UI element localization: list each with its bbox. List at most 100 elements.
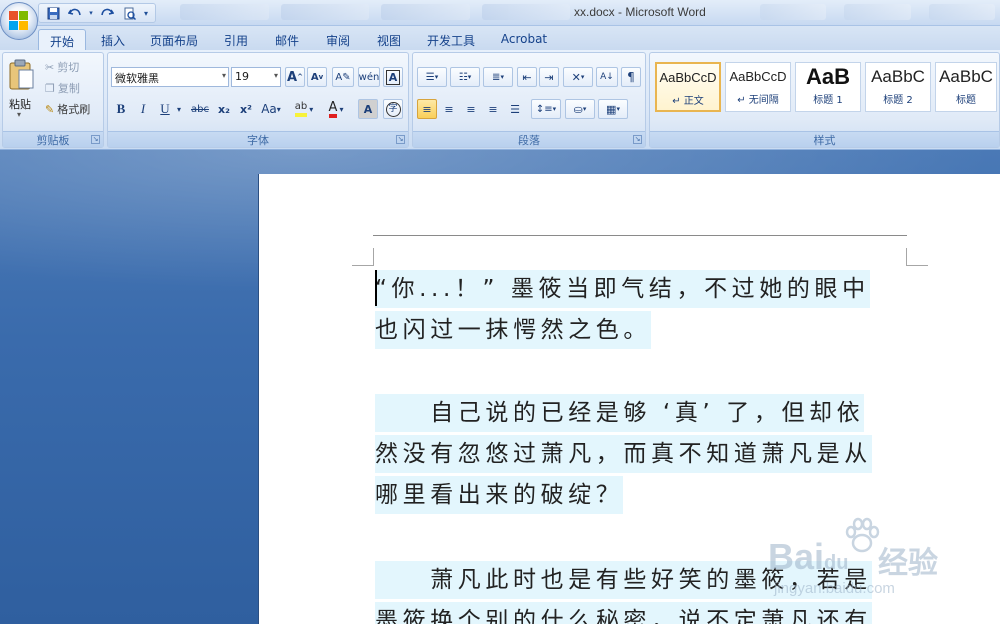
highlighter-icon: ab [294,101,308,117]
subscript-button[interactable]: x₂ [214,99,234,119]
tab-references[interactable]: 引用 [214,29,258,50]
paste-button[interactable]: 粘贴 ▾ [6,56,38,124]
chevron-down-icon: ▾ [434,73,439,81]
style-tile-heading-2[interactable]: AaBbC 标题 2 [865,62,931,112]
phonetic-guide-button[interactable]: wén [358,67,380,87]
format-painter-label: 格式刷 [57,103,91,116]
tab-mailings[interactable]: 邮件 [264,29,310,50]
clipboard-group: 粘贴 ▾ ✂ 剪切 ❐ 复制 ✎ 格式刷 剪贴板 ↘ [2,52,104,148]
tab-insert[interactable]: 插入 [90,29,136,50]
chevron-down-icon: ▾ [552,105,557,113]
undo-icon[interactable] [65,5,85,21]
watermark-url: jingyan.baidu.com [774,580,895,597]
clipboard-launcher-icon[interactable]: ↘ [91,135,100,144]
redo-icon[interactable] [97,5,117,21]
office-button[interactable] [0,2,38,40]
chinese-layout-button[interactable]: ✕ ▾ [563,67,593,87]
font-group: 微软雅黑 ▾ 19 ▾ A ^ Av A✎ wén A B I U ▾ abc x… [107,52,409,148]
style-tile-normal[interactable]: AaBbCcD ↵ 正文 [655,62,721,112]
style-sample: AaBbC [939,67,993,86]
strikethrough-button[interactable]: abc [188,99,212,119]
copy-button[interactable]: ❐ 复制 [45,80,80,96]
font-color-button[interactable]: A ▾ [321,99,351,119]
multilevel-list-button[interactable]: ≣ ▾ [483,67,513,87]
font-size-select[interactable]: 19 ▾ [231,67,281,87]
chevron-down-icon: ▾ [273,71,278,80]
character-shading-button[interactable]: A [358,99,378,119]
numbering-button[interactable]: ☷ ▾ [450,67,480,87]
highlight-button[interactable]: ab ▾ [289,99,319,119]
crop-mark [373,248,374,266]
text-line: 然没有忽悠过萧凡，而真不知道萧凡是从 [375,435,872,473]
align-right-button[interactable]: ≡ [461,99,481,119]
tab-developer[interactable]: 开发工具 [418,29,484,50]
align-center-button[interactable]: ≡ [439,99,459,119]
tab-review[interactable]: 审阅 [316,29,360,50]
tab-page-layout[interactable]: 页面布局 [142,29,206,50]
ribbon-tabs: 开始 插入 页面布局 引用 邮件 审阅 视图 开发工具 Acrobat [0,26,1000,50]
text-line: 哪里看出来的破绽？ [375,476,624,514]
chevron-down-icon: ▾ [616,105,620,113]
shrink-font-button[interactable]: Av [307,67,327,87]
text-line: “你...！” 墨筱当即气结，不过她的眼中 [375,270,870,308]
format-painter-button[interactable]: ✎ 格式刷 [45,101,90,117]
line-spacing-button[interactable]: ↕≡ ▾ [531,99,561,119]
clipboard-group-label: 剪贴板 [3,131,103,147]
print-preview-icon[interactable] [119,5,139,21]
enclose-characters-button[interactable]: 字 [383,99,403,119]
font-size-value: 19 [235,70,249,83]
clear-formatting-icon: A✎ [335,71,351,83]
align-right-icon: ≡ [466,102,476,116]
grow-font-button[interactable]: A ^ [285,67,305,87]
decrease-indent-button[interactable]: ⇤ [517,67,537,87]
shading-button[interactable]: ⛀ ▾ [565,99,595,119]
align-left-button[interactable]: ≡ [417,99,437,119]
underline-button[interactable]: U [156,99,174,119]
tab-home[interactable]: 开始 [38,29,86,50]
paragraph-launcher-icon[interactable]: ↘ [633,135,642,144]
distributed-button[interactable]: ☰ [505,99,525,119]
increase-indent-icon: ⇥ [544,70,554,84]
styles-group: AaBbCcD ↵ 正文 AaBbCcD ↵ 无间隔 AaB 标题 1 AaBb… [649,52,1000,148]
text-cursor [375,270,377,306]
tab-acrobat[interactable]: Acrobat [492,29,556,50]
text-line: 也闪过一抹愕然之色。 [375,311,651,349]
font-name-select[interactable]: 微软雅黑 ▾ [111,67,229,87]
sort-button[interactable]: A↓ [596,67,618,87]
grow-font-icon: A [287,69,298,85]
show-marks-button[interactable]: ¶ [621,67,641,87]
change-case-button[interactable]: Aa ▾ [260,99,282,119]
pilcrow-icon: ¶ [627,70,635,84]
cut-button[interactable]: ✂ 剪切 [45,59,79,75]
bold-button[interactable]: B [112,99,130,119]
chevron-down-icon: ▾ [467,73,472,81]
align-center-icon: ≡ [444,102,454,116]
font-launcher-icon[interactable]: ↘ [396,135,405,144]
save-icon[interactable] [43,5,63,21]
underline-dropdown[interactable]: ▾ [174,99,184,119]
clear-formatting-button[interactable]: A✎ [332,67,354,87]
font-name-value: 微软雅黑 [115,72,159,85]
style-tile-title[interactable]: AaBbC 标题 [935,62,997,112]
distributed-icon: ☰ [510,102,520,116]
line-spacing-icon: ↕≡ [535,103,553,115]
change-case-label: Aa [261,102,277,116]
italic-button[interactable]: I [134,99,152,119]
superscript-button[interactable]: x² [236,99,256,119]
customize-icon[interactable]: ▾ [141,5,151,21]
style-name: ↵ 正文 [672,96,704,107]
justify-button[interactable]: ≡ [483,99,503,119]
character-border-button[interactable]: A [383,67,403,87]
tab-view[interactable]: 视图 [366,29,412,50]
style-tile-heading-1[interactable]: AaB 标题 1 [795,62,861,112]
office-logo-icon [9,11,29,31]
baidu-watermark: Baidu 经验 jingyan.baidu.com [768,516,988,606]
increase-indent-button[interactable]: ⇥ [539,67,559,87]
multilevel-list-icon: ≣ [492,71,501,83]
style-tile-no-spacing[interactable]: AaBbCcD ↵ 无间隔 [725,62,791,112]
borders-button[interactable]: ▦ ▾ [598,99,628,119]
blurred-taskbar-tabs [180,4,570,20]
chevron-down-icon[interactable]: ▾ [87,5,95,21]
style-name: 标题 1 [813,95,843,106]
bullets-button[interactable]: ☰ ▾ [417,67,447,87]
